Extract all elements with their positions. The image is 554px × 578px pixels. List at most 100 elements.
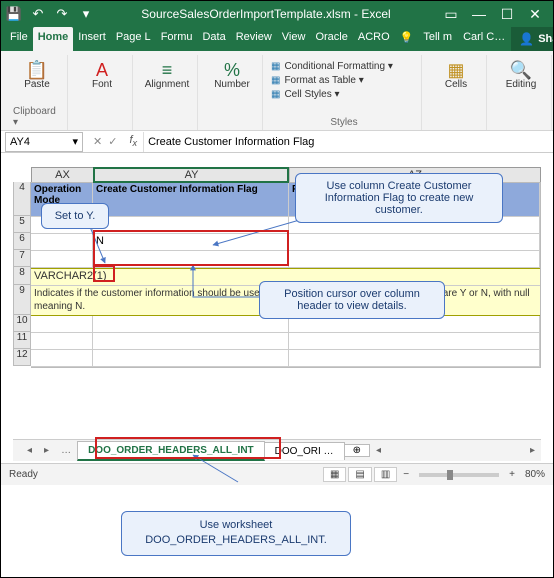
column-header-ax[interactable]: AX — [32, 168, 94, 182]
tab-file[interactable]: File — [5, 27, 33, 51]
ribbon-group-clipboard: 📋 Paste Clipboard ▾ — [7, 55, 68, 130]
table-row — [31, 350, 540, 367]
row-header-5[interactable]: 5 — [13, 216, 31, 233]
cell-az11[interactable] — [289, 333, 540, 350]
ribbon-group-alignment: ≡ Alignment — [137, 55, 198, 130]
window-title: SourceSalesOrderImportTemplate.xlsm - Ex… — [95, 7, 437, 21]
row-header-8[interactable]: 8 — [13, 267, 31, 285]
sheet-nav-prev-icon[interactable]: ▸ — [38, 445, 55, 456]
row-header-12[interactable]: 12 — [13, 349, 31, 366]
cell-ay12[interactable] — [93, 350, 289, 367]
save-icon[interactable]: 💾 — [5, 6, 23, 22]
clipboard-group-label: Clipboard ▾ — [13, 106, 61, 128]
cell-styles-button[interactable]: ▦Cell Styles ▾ — [271, 89, 340, 100]
cell-ay6[interactable]: N — [93, 234, 289, 251]
callout-use-worksheet: Use worksheet DOO_ORDER_HEADERS_ALL_INT. — [121, 511, 351, 556]
enter-entry-icon[interactable]: ✓ — [108, 135, 117, 148]
tab-oracle[interactable]: Oracle — [310, 27, 352, 51]
cell-ax12[interactable] — [31, 350, 93, 367]
cancel-entry-icon[interactable]: ✕ — [93, 135, 102, 148]
cell-ax11[interactable] — [31, 333, 93, 350]
sheet-tab-active[interactable]: DOO_ORDER_HEADERS_ALL_INT — [77, 441, 265, 461]
row-header-9[interactable]: 9 — [13, 285, 31, 315]
name-box[interactable]: AY4 ▾ — [5, 132, 83, 152]
tell-me[interactable]: Tell m — [418, 27, 457, 51]
column-header-ay[interactable]: AY — [94, 168, 290, 182]
row-header-4[interactable]: 4 — [13, 182, 31, 216]
zoom-out-icon[interactable]: − — [399, 469, 413, 480]
tab-review[interactable]: Review — [231, 27, 277, 51]
cell-ax6[interactable] — [31, 234, 93, 251]
tab-acrobat[interactable]: ACRO — [353, 27, 395, 51]
cells-button[interactable]: ▦ Cells — [432, 57, 480, 90]
cell-az12[interactable] — [289, 350, 540, 367]
paste-label: Paste — [24, 79, 50, 90]
callout-set-to-y: Set to Y. — [41, 203, 109, 229]
cell-ay10[interactable] — [93, 316, 289, 333]
ribbon-options-icon[interactable]: ▭ — [437, 6, 465, 23]
qat-dropdown-icon[interactable]: ▾ — [77, 6, 95, 22]
number-label: Number — [214, 79, 250, 90]
tab-page-layout[interactable]: Page L — [111, 27, 156, 51]
tab-insert[interactable]: Insert — [73, 27, 111, 51]
conditional-formatting-button[interactable]: ▦Conditional Formatting ▾ — [271, 61, 393, 72]
row-header-10[interactable]: 10 — [13, 315, 31, 332]
cell-az7[interactable] — [289, 251, 540, 268]
fx-icon[interactable]: fx — [123, 134, 143, 148]
format-as-table-button[interactable]: ▦Format as Table ▾ — [271, 75, 364, 86]
ribbon: 📋 Paste Clipboard ▾ A Font ≡ Alignment %… — [1, 51, 553, 131]
new-sheet-icon[interactable]: ⊕ — [344, 444, 370, 457]
close-icon[interactable]: ✕ — [521, 6, 549, 23]
maximize-icon[interactable]: ☐ — [493, 6, 521, 23]
cell-ay5[interactable]: Y — [93, 217, 289, 234]
alignment-label: Alignment — [145, 79, 189, 90]
view-page-layout-icon[interactable]: ▤ — [348, 467, 371, 482]
tab-formulas[interactable]: Formu — [156, 27, 198, 51]
cell-ax7[interactable] — [31, 251, 93, 268]
formula-bar-buttons: ✕ ✓ — [87, 135, 123, 148]
zoom-in-icon[interactable]: + — [505, 469, 519, 480]
paste-icon: 📋 — [26, 61, 48, 79]
cell-ax10[interactable] — [31, 316, 93, 333]
cell-ay11[interactable] — [93, 333, 289, 350]
ribbon-group-styles: ▦Conditional Formatting ▾ ▦Format as Tab… — [267, 55, 422, 130]
row-header-6[interactable]: 6 — [13, 233, 31, 250]
sheet-scroll-right-icon[interactable]: ▸ — [524, 445, 541, 456]
zoom-level[interactable]: 80% — [519, 469, 545, 480]
undo-icon[interactable]: ↶ — [29, 6, 47, 22]
name-box-dropdown-icon[interactable]: ▾ — [72, 135, 78, 148]
lightbulb-icon[interactable]: 💡 — [395, 27, 419, 51]
tab-view[interactable]: View — [277, 27, 311, 51]
editing-button[interactable]: 🔍 Editing — [497, 57, 545, 90]
view-normal-icon[interactable]: ▦ — [323, 467, 346, 482]
editing-icon: 🔍 — [510, 61, 532, 79]
redo-icon[interactable]: ↷ — [53, 6, 71, 22]
share-button[interactable]: 👤 Share — [511, 27, 553, 51]
spreadsheet-grid: Set to Y. Use column Create Customer Inf… — [13, 167, 541, 463]
font-icon: A — [96, 61, 108, 79]
paste-button[interactable]: 📋 Paste — [13, 57, 61, 90]
account-name[interactable]: Carl C… — [457, 27, 511, 51]
formula-input[interactable]: Create Customer Information Flag — [143, 132, 553, 152]
row-header-7[interactable]: 7 — [13, 250, 31, 267]
view-page-break-icon[interactable]: ▥ — [374, 467, 397, 482]
editing-label: Editing — [506, 79, 537, 90]
sheet-nav-more-icon[interactable]: … — [55, 445, 77, 456]
row-header-11[interactable]: 11 — [13, 332, 31, 349]
formula-text: Create Customer Information Flag — [148, 136, 314, 148]
sheet-nav-first-icon[interactable]: ◂ — [21, 445, 38, 456]
minimize-icon[interactable]: — — [465, 6, 493, 23]
zoom-slider[interactable] — [419, 473, 499, 477]
cell-ay7[interactable] — [93, 251, 289, 268]
number-button[interactable]: % Number — [208, 57, 256, 90]
tab-data[interactable]: Data — [197, 27, 230, 51]
number-icon: % — [224, 61, 240, 79]
cell-az6[interactable] — [289, 234, 540, 251]
sheet-scroll-left-icon[interactable]: ◂ — [370, 445, 387, 456]
tab-home[interactable]: Home — [33, 27, 74, 51]
alignment-button[interactable]: ≡ Alignment — [143, 57, 191, 90]
header-create-customer-flag[interactable]: Create Customer Information Flag — [93, 183, 289, 217]
font-button[interactable]: A Font — [78, 57, 126, 90]
sheet-tab-next[interactable]: DOO_ORI … — [264, 442, 345, 460]
row-headers: 4 5 6 7 8 9 10 11 12 — [13, 182, 31, 368]
